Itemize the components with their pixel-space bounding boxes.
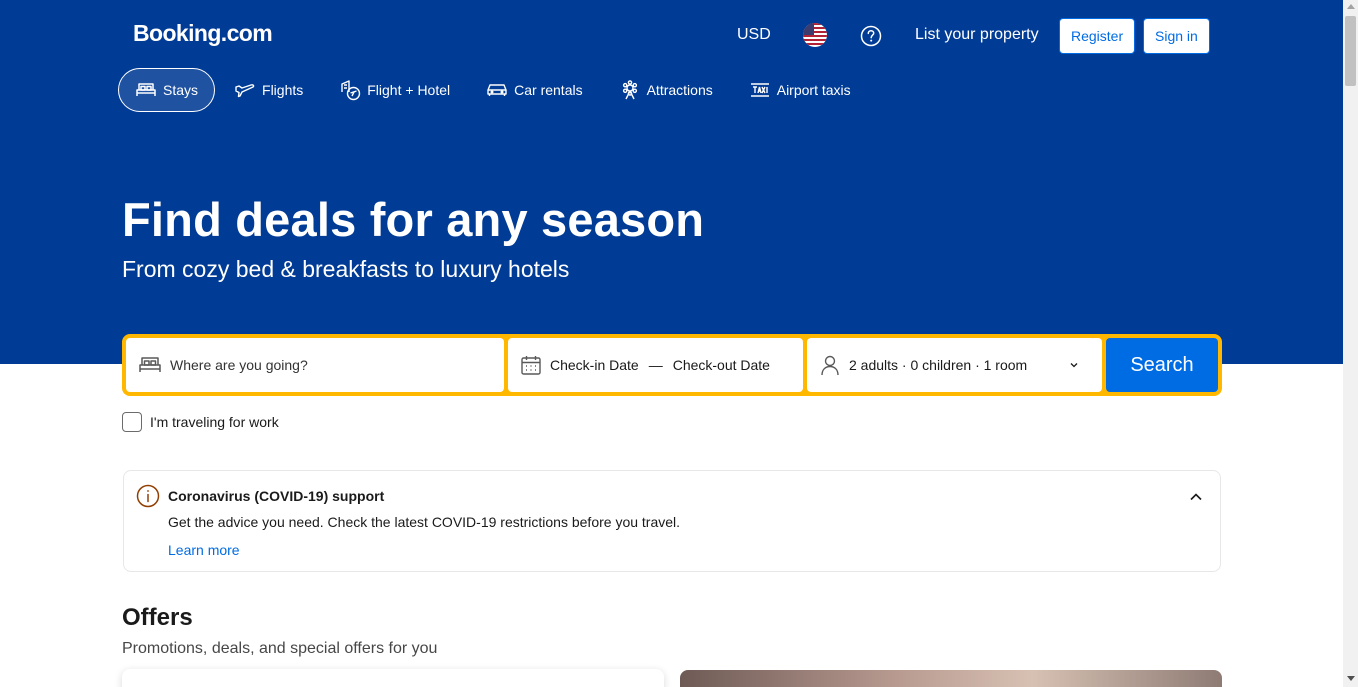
scroll-up-arrow-icon[interactable] (1347, 4, 1355, 9)
tab-label: Flight + Hotel (367, 82, 451, 98)
sign-in-button[interactable]: Sign in (1143, 18, 1210, 54)
person-icon (821, 355, 839, 376)
hero-title: Find deals for any season (122, 193, 705, 246)
search-bar: Check-in Date — Check-out Date 2 adults … (122, 334, 1222, 396)
search-button[interactable]: Search (1106, 338, 1218, 392)
info-icon (136, 484, 160, 508)
learn-more-link[interactable]: Learn more (168, 542, 240, 558)
tab-flight-hotel[interactable]: Flight + Hotel (322, 68, 467, 112)
tab-attractions[interactable]: Attractions (602, 68, 730, 112)
work-travel-option[interactable]: I'm traveling for work (122, 412, 279, 432)
checkin-date: Check-in Date (550, 357, 639, 373)
offer-card-image[interactable] (680, 670, 1222, 687)
offers-subtitle: Promotions, deals, and special offers fo… (122, 640, 438, 657)
page-scrollbar[interactable] (1343, 0, 1358, 687)
taxi-icon (749, 79, 771, 101)
currency-selector[interactable]: USD (737, 26, 771, 44)
offers-title: Offers (122, 604, 193, 631)
tab-label: Flights (262, 82, 304, 98)
tab-label: Attractions (646, 82, 713, 98)
tab-flights[interactable]: Flights (217, 68, 320, 112)
scroll-down-arrow-icon[interactable] (1347, 676, 1355, 681)
attractions-icon (619, 79, 641, 101)
covid-text: Get the advice you need. Check the lates… (168, 514, 681, 530)
plane-icon (234, 79, 256, 101)
scroll-thumb[interactable] (1345, 16, 1356, 86)
us-flag-icon[interactable] (803, 23, 827, 47)
tab-label: Airport taxis (776, 82, 851, 98)
covid-title: Coronavirus (COVID-19) support (168, 488, 385, 504)
tab-airport-taxis[interactable]: Airport taxis (732, 68, 868, 112)
offer-card[interactable] (122, 669, 664, 687)
covid-notice: Coronavirus (COVID-19) support Get the a… (123, 470, 1221, 572)
tab-car-rentals[interactable]: Car rentals (469, 68, 599, 112)
hero-subtitle: From cozy bed & breakfasts to luxury hot… (122, 256, 570, 282)
work-travel-checkbox[interactable] (122, 412, 142, 432)
chevron-down-icon (1070, 363, 1078, 368)
list-property-link[interactable]: List your property (915, 26, 1039, 44)
date-separator: — (648, 357, 663, 373)
tab-label: Stays (163, 82, 199, 98)
occupancy-label: 2 adults · 0 children · 1 room (849, 357, 1028, 373)
occupancy-field[interactable]: 2 adults · 0 children · 1 room (807, 338, 1102, 392)
hero-banner (0, 0, 1343, 364)
tab-stays[interactable]: Stays (118, 68, 216, 112)
date-picker[interactable]: Check-in Date — Check-out Date (508, 338, 803, 392)
calendar-icon (521, 356, 541, 375)
car-icon (486, 79, 508, 101)
destination-input[interactable] (170, 357, 470, 373)
destination-field[interactable] (126, 338, 504, 392)
chevron-up-icon[interactable] (1188, 489, 1204, 505)
flight-hotel-icon (339, 79, 361, 101)
tab-label: Car rentals (514, 82, 583, 98)
bed-icon (139, 357, 161, 372)
booking-logo[interactable]: Booking.com (133, 20, 273, 47)
register-button[interactable]: Register (1059, 18, 1136, 54)
work-travel-label: I'm traveling for work (150, 414, 279, 430)
question-circle-icon[interactable] (860, 25, 882, 47)
product-nav: Stays Flights Flight + Hotel Car rentals… (118, 68, 870, 112)
checkout-date: Check-out Date (672, 357, 770, 373)
bed-icon (135, 79, 157, 101)
